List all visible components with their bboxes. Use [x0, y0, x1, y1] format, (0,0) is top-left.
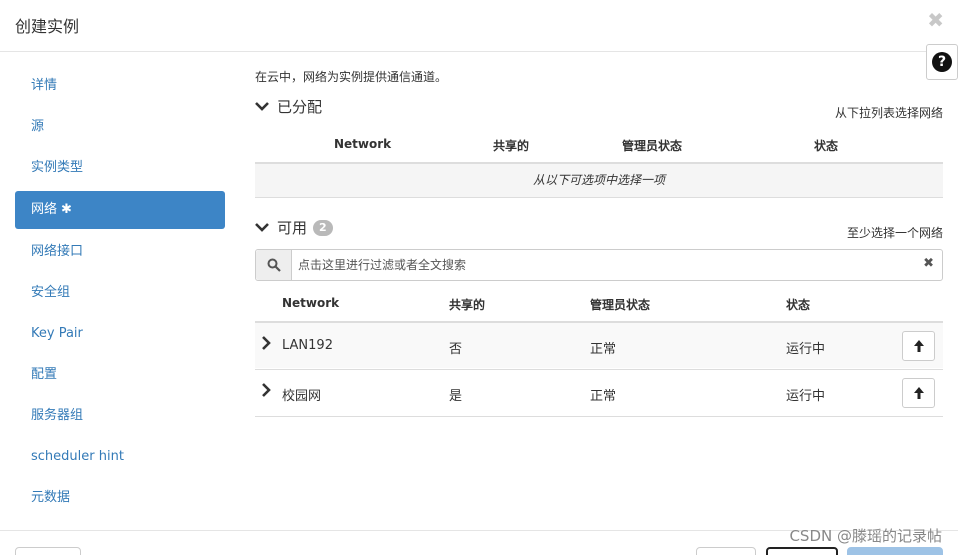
sidebar-item-scheduler-hints[interactable]: scheduler hint	[15, 437, 225, 478]
available-hint: 至少选择一个网络	[846, 226, 943, 240]
sidebar-item-label: 实例类型	[31, 160, 84, 175]
column-header-admin-state[interactable]: 管理员状态	[622, 137, 682, 154]
sidebar-item-label: 源	[31, 119, 45, 134]
chevron-down-icon	[255, 221, 271, 235]
table-bottom-border	[255, 416, 943, 417]
sidebar-item-label: 安全组	[31, 285, 71, 300]
column-header-status[interactable]: 状态	[814, 137, 838, 154]
sidebar-item-security-groups[interactable]: 安全组	[15, 273, 225, 314]
chevron-right-icon[interactable]	[261, 383, 271, 401]
search-input[interactable]	[298, 256, 898, 274]
status-value: 运行中	[786, 342, 826, 357]
sidebar-item-flavor[interactable]: 实例类型	[15, 148, 225, 189]
shared-value: 否	[449, 342, 463, 357]
launch-instance-button[interactable]	[847, 547, 943, 555]
next-button[interactable]	[766, 547, 838, 555]
allocated-section-title: 已分配	[277, 98, 323, 116]
watermark: CSDN @滕瑶的记录帖	[789, 527, 942, 545]
required-asterisk-icon: ✱	[61, 202, 72, 217]
network-name: LAN192	[282, 338, 333, 353]
arrow-up-icon	[913, 387, 924, 399]
available-section-toggle[interactable]: 可用 2	[255, 217, 333, 238]
help-button[interactable]: ?	[926, 44, 958, 80]
column-header-admin-state[interactable]: 管理员状态	[590, 296, 650, 313]
chevron-down-icon	[255, 100, 271, 114]
allocate-button[interactable]	[902, 331, 935, 361]
sidebar-item-label: 详情	[31, 78, 58, 93]
table-row[interactable]: 校园网 是 正常 运行中	[255, 369, 943, 416]
allocated-hint: 从下拉列表选择网络	[834, 106, 943, 120]
allocated-empty-row: 从以下可选项中选择一项	[255, 162, 943, 198]
available-section-title: 可用	[277, 219, 308, 237]
column-header-shared[interactable]: 共享的	[449, 296, 485, 313]
dialog-title: 创建实例	[15, 17, 80, 36]
admin-state-value: 正常	[590, 342, 617, 357]
column-header-shared[interactable]: 共享的	[493, 137, 529, 154]
shared-value: 是	[449, 389, 463, 404]
status-value: 运行中	[786, 389, 826, 404]
close-icon[interactable]: ✖	[927, 8, 944, 32]
available-count-badge: 2	[313, 219, 333, 236]
sidebar-item-metadata[interactable]: 元数据	[15, 478, 225, 519]
sidebar-item-label: Key Pair	[31, 326, 83, 341]
arrow-up-icon	[913, 340, 924, 352]
cancel-button[interactable]	[15, 547, 81, 555]
sidebar-item-label: scheduler hint	[31, 449, 124, 464]
back-button[interactable]	[696, 547, 756, 555]
step-description: 在云中，网络为实例提供通信通道。	[255, 70, 448, 84]
column-header-status[interactable]: 状态	[786, 296, 810, 313]
sidebar-item-label: 元数据	[31, 490, 71, 505]
sidebar-item-configuration[interactable]: 配置	[15, 355, 225, 396]
clear-search-icon[interactable]: ✖	[923, 256, 934, 271]
sidebar-item-server-groups[interactable]: 服务器组	[15, 396, 225, 437]
allocated-section-toggle[interactable]: 已分配	[255, 96, 322, 117]
column-header-network[interactable]: Network	[282, 296, 339, 310]
admin-state-value: 正常	[590, 389, 617, 404]
network-name: 校园网	[282, 389, 322, 404]
question-icon: ?	[932, 52, 952, 72]
sidebar-item-details[interactable]: 详情	[15, 66, 225, 107]
sidebar-item-label: 网络接口	[31, 244, 84, 259]
column-header-network[interactable]: Network	[334, 137, 391, 151]
sidebar-item-source[interactable]: 源	[15, 107, 225, 148]
sidebar-item-label: 服务器组	[31, 408, 84, 423]
wizard-sidebar: 详情 源 实例类型 网络 ✱ 网络接口 安全组 Key Pair 配置 服务器组 …	[15, 66, 225, 519]
sidebar-item-networks[interactable]: 网络 ✱	[15, 191, 225, 229]
search-bar: ✖	[255, 249, 943, 281]
sidebar-item-label: 配置	[31, 367, 58, 382]
sidebar-item-label: 网络	[31, 202, 58, 217]
sidebar-item-network-ports[interactable]: 网络接口	[15, 232, 225, 273]
table-row[interactable]: LAN192 否 正常 运行中	[255, 321, 943, 368]
allocate-button[interactable]	[902, 378, 935, 408]
search-icon[interactable]	[256, 250, 292, 280]
sidebar-item-key-pair[interactable]: Key Pair	[15, 314, 225, 355]
dialog-header: 创建实例 ✖	[0, 0, 958, 52]
chevron-right-icon[interactable]	[261, 336, 271, 354]
